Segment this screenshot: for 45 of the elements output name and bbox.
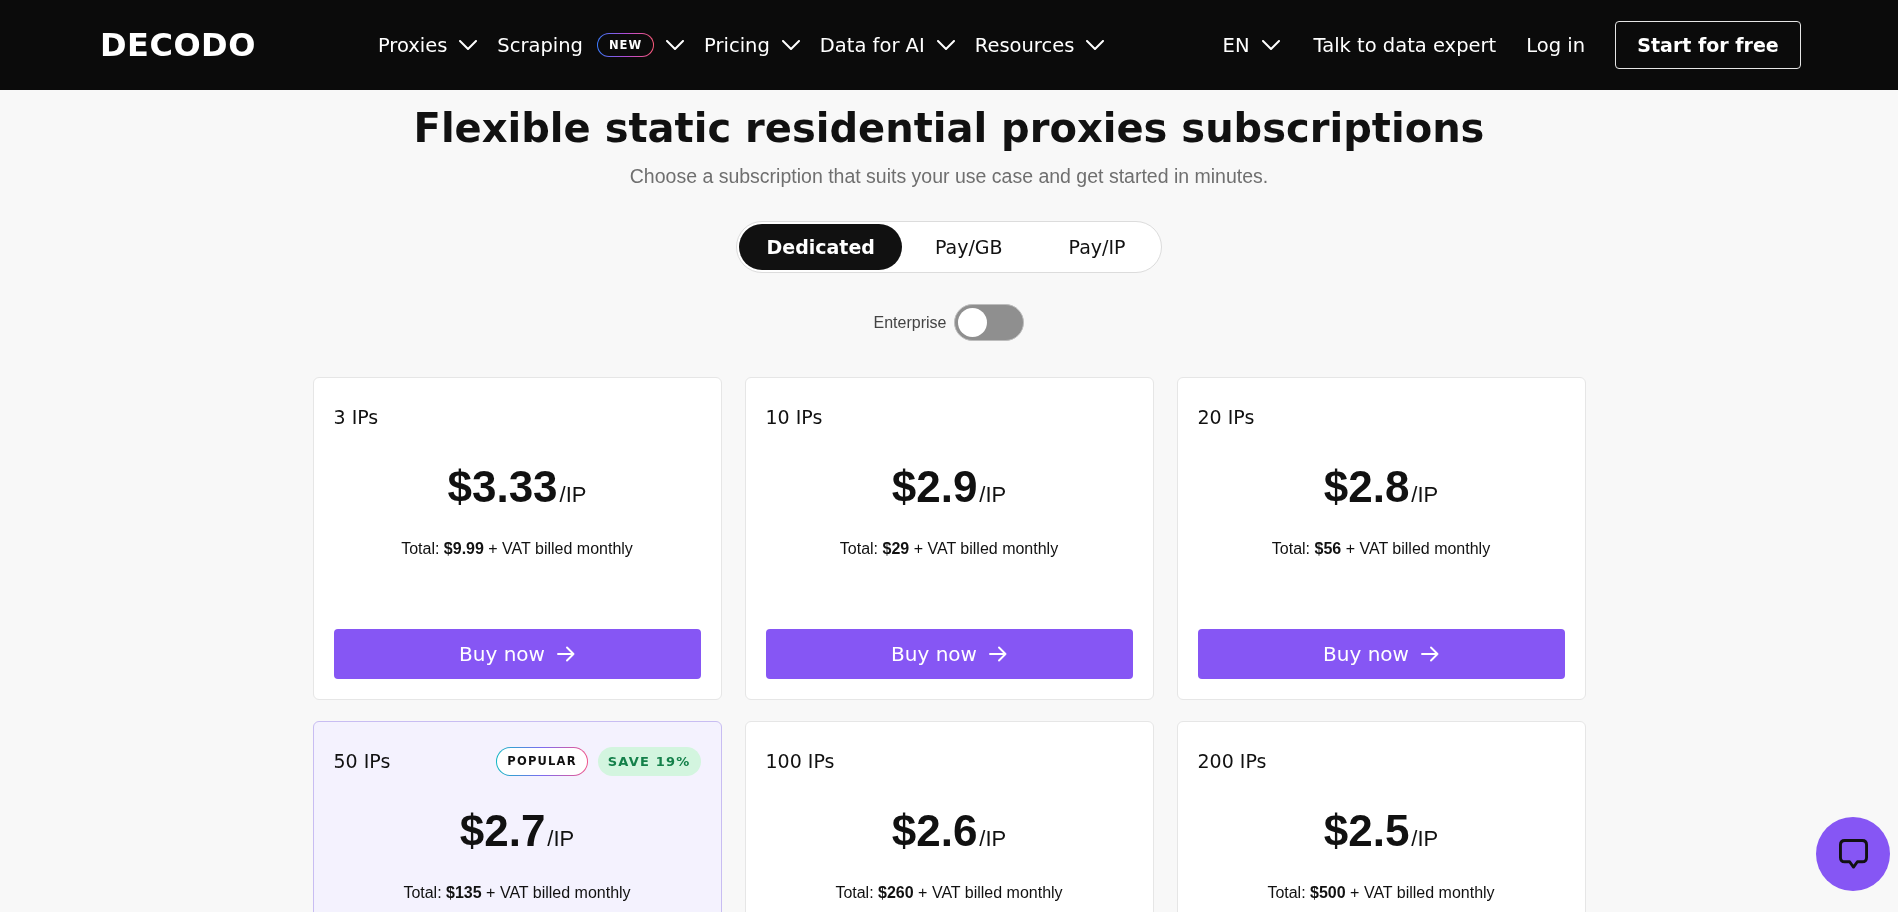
price: $2.5/IP — [1323, 805, 1439, 857]
buy-now-button[interactable]: Buy now — [765, 629, 1133, 679]
page-subtitle: Choose a subscription that suits your use case and get started in minutes. — [629, 165, 1269, 188]
buy-now-button[interactable]: Buy now — [1197, 629, 1565, 679]
arrow-right-icon — [556, 646, 575, 662]
billing-total: Total: $56 + VAT billed monthly — [1270, 539, 1492, 559]
plan-name: 200 IPs — [1197, 750, 1267, 772]
nav-menu-item[interactable]: Resources — [974, 33, 1105, 57]
nav-link[interactable]: Talk to data expert — [1313, 33, 1497, 57]
billing-total: Total: $500 + VAT billed monthly — [1266, 883, 1496, 903]
buy-now-button[interactable]: Buy now — [333, 629, 701, 679]
billing-total: Total: $29 + VAT billed monthly — [838, 539, 1060, 559]
plan-type-tab[interactable]: Pay/GB — [901, 224, 1036, 270]
plan-type-tab[interactable]: Dedicated — [739, 224, 902, 270]
chat-bubble-icon — [1838, 839, 1868, 869]
plan-name: 50 IPs — [333, 750, 391, 772]
price: $2.9/IP — [891, 461, 1007, 513]
page-title: Flexible static residential proxies subscriptions — [413, 104, 1485, 152]
logo[interactable]: DECODO — [100, 26, 256, 64]
new-badge: NEW — [596, 33, 655, 57]
arrow-right-icon — [988, 646, 1007, 662]
nav-menu-item[interactable]: Proxies — [377, 33, 478, 57]
price: $2.6/IP — [891, 805, 1007, 857]
plan-type-tab[interactable]: Pay/IP — [1035, 224, 1159, 270]
nav-menu-item[interactable]: Pricing — [704, 33, 800, 57]
arrow-right-icon — [1420, 646, 1439, 662]
plan-name: 10 IPs — [765, 406, 823, 428]
billing-total: Total: $135 + VAT billed monthly — [402, 883, 632, 903]
price: $2.7/IP — [459, 805, 575, 857]
nav-menu-item[interactable]: Data for AI — [819, 33, 955, 57]
enterprise-toggle[interactable] — [954, 304, 1025, 341]
popular-badge: POPULAR — [496, 746, 588, 776]
plan-name: 3 IPs — [333, 406, 379, 428]
nav-menu-item[interactable]: Scraping NEW — [497, 33, 685, 57]
price: $3.33/IP — [447, 461, 587, 513]
billing-total: Total: $260 + VAT billed monthly — [834, 883, 1064, 903]
plan-name: 20 IPs — [1197, 406, 1255, 428]
start-for-free-button[interactable]: Start for free — [1615, 21, 1801, 69]
price: $2.8/IP — [1323, 461, 1439, 513]
toggle-label: Enterprise — [873, 313, 947, 332]
discount-badge: SAVE 19% — [597, 746, 701, 776]
billing-total: Total: $9.99 + VAT billed monthly — [400, 539, 634, 559]
plan-name: 100 IPs — [765, 750, 835, 772]
nav-link[interactable]: Log in — [1526, 33, 1585, 57]
language-selector[interactable]: EN — [1222, 33, 1280, 57]
